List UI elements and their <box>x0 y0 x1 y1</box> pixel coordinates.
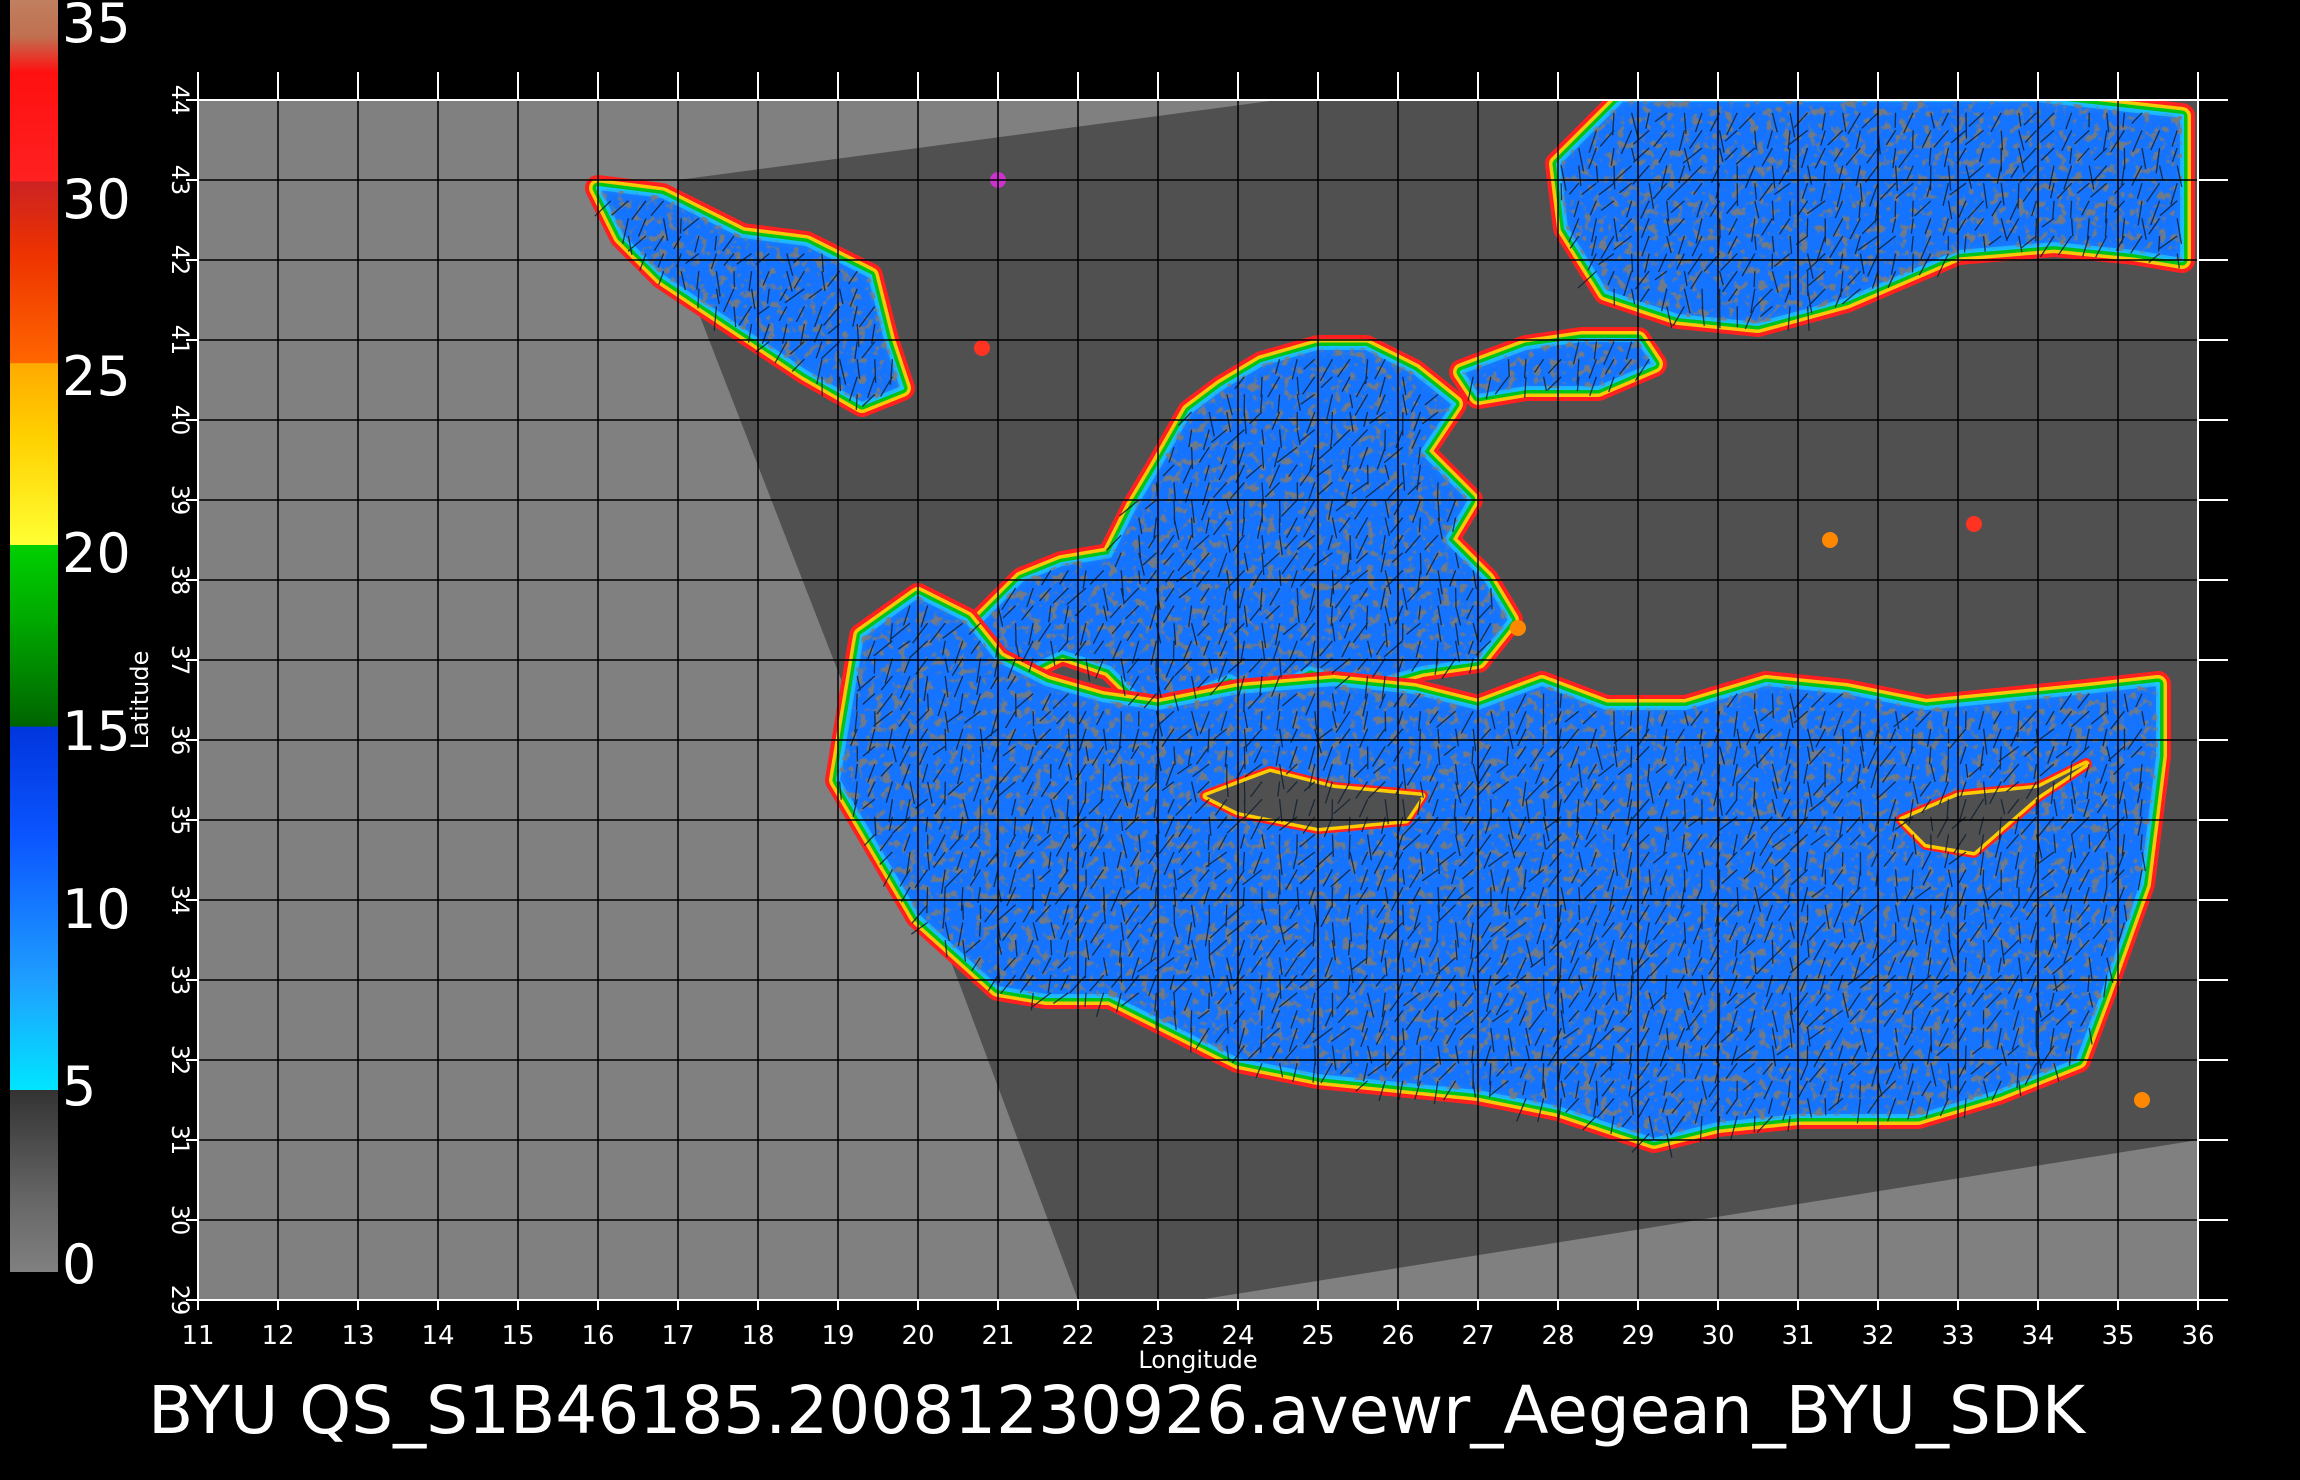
latitude-tick-label: 43 <box>166 165 194 196</box>
longitude-tick-label: 18 <box>741 1321 774 1351</box>
latitude-tick-label: 35 <box>166 805 194 836</box>
longitude-tick-label: 13 <box>341 1321 374 1351</box>
colorbar-tick-labels: 35 30 25 20 15 10 5 0 <box>62 0 131 1296</box>
latitude-tick-label: 29 <box>166 1285 194 1316</box>
longitude-tick-label: 30 <box>1701 1321 1734 1351</box>
longitude-tick-label: 17 <box>661 1321 694 1351</box>
latitude-tick-label: 36 <box>166 725 194 756</box>
longitude-tick-label: 11 <box>181 1321 214 1351</box>
colorbar-tick-label: 10 <box>62 878 131 941</box>
longitude-tick-label: 16 <box>581 1321 614 1351</box>
high-wind-speck <box>1822 532 1838 548</box>
high-wind-speck <box>1966 516 1982 532</box>
latitude-tick-label: 33 <box>166 965 194 996</box>
wind-speed-colorbar: 35 30 25 20 15 10 5 0 <box>10 0 131 1296</box>
longitude-tick-label: 29 <box>1621 1321 1654 1351</box>
colorbar-tick-label: 5 <box>62 1055 96 1118</box>
high-wind-speck <box>974 340 990 356</box>
latitude-tick-label: 32 <box>166 1045 194 1076</box>
colorbar-tick-label: 20 <box>62 522 131 585</box>
longitude-tick-label: 12 <box>261 1321 294 1351</box>
longitude-tick-label: 20 <box>901 1321 934 1351</box>
longitude-tick-label: 33 <box>1941 1321 1974 1351</box>
latitude-tick-label: 30 <box>166 1205 194 1236</box>
latitude-tick-labels: 29 30 31 32 33 34 35 36 37 38 39 40 41 42 43 44 <box>166 85 194 1316</box>
latitude-tick-label: 40 <box>166 405 194 436</box>
longitude-tick-label: 32 <box>1861 1321 1894 1351</box>
map-panel: 11 12 13 14 15 16 17 18 19 20 21 22 23 24 25 26 27 28 29 30… <box>126 72 2228 1374</box>
x-axis-title: Longitude <box>1138 1346 1257 1374</box>
colorbar-tick-label: 25 <box>62 345 131 408</box>
longitude-tick-label: 36 <box>2181 1321 2214 1351</box>
longitude-tick-label: 21 <box>981 1321 1014 1351</box>
longitude-tick-label: 19 <box>821 1321 854 1351</box>
colorbar-tick-label: 35 <box>62 0 131 55</box>
latitude-tick-label: 42 <box>166 245 194 276</box>
longitude-tick-label: 26 <box>1381 1321 1414 1351</box>
high-wind-speck <box>2134 1092 2150 1108</box>
latitude-tick-label: 31 <box>166 1125 194 1156</box>
longitude-tick-label: 31 <box>1781 1321 1814 1351</box>
high-wind-speck <box>1510 620 1526 636</box>
longitude-tick-label: 34 <box>2021 1321 2054 1351</box>
image-caption: BYU QS_S1B46185.20081230926.avewr_Aegean… <box>148 1372 2087 1449</box>
longitude-tick-label: 14 <box>421 1321 454 1351</box>
longitude-tick-label: 27 <box>1461 1321 1494 1351</box>
colorbar-gradient <box>10 0 58 1272</box>
longitude-tick-label: 35 <box>2101 1321 2134 1351</box>
latitude-tick-label: 44 <box>166 85 194 116</box>
longitude-tick-label: 15 <box>501 1321 534 1351</box>
longitude-tick-label: 28 <box>1541 1321 1574 1351</box>
wind-speed-map-figure: 35 30 25 20 15 10 5 0 11 12 13 14 15 16 17 18 19… <box>10 0 2228 1449</box>
colorbar-tick-label: 30 <box>62 168 131 231</box>
latitude-tick-label: 37 <box>166 645 194 676</box>
latitude-tick-label: 41 <box>166 325 194 356</box>
colorbar-color-bands <box>10 0 58 1272</box>
latitude-tick-label: 34 <box>166 885 194 916</box>
longitude-tick-label: 25 <box>1301 1321 1334 1351</box>
colorbar-tick-label: 15 <box>62 700 131 763</box>
latitude-tick-label: 39 <box>166 485 194 516</box>
colorbar-tick-label: 0 <box>62 1233 96 1296</box>
latitude-tick-label: 38 <box>166 565 194 596</box>
longitude-tick-label: 22 <box>1061 1321 1094 1351</box>
y-axis-title: Latitude <box>126 651 154 750</box>
